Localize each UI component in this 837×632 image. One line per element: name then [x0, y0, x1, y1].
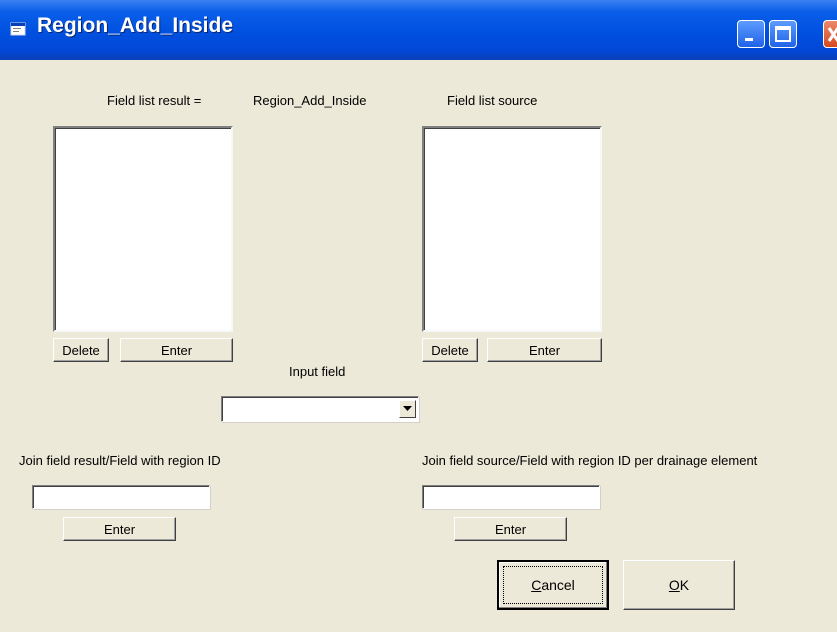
enter-join-source-button[interactable]: Enter: [454, 517, 567, 541]
field-list-result-label: Field list result =: [107, 93, 202, 108]
region-name-label: Region_Add_Inside: [253, 93, 367, 108]
maximize-button[interactable]: [769, 20, 797, 48]
field-list-source-listbox[interactable]: [422, 126, 602, 332]
join-result-label: Join field result/Field with region ID: [19, 453, 221, 468]
title-bar[interactable]: Region_Add_Inside: [0, 0, 837, 60]
join-source-label: Join field source/Field with region ID p…: [422, 453, 758, 468]
join-source-input[interactable]: [422, 485, 600, 509]
delete-source-button[interactable]: Delete: [422, 338, 478, 362]
ok-label: OK: [668, 577, 690, 593]
enter-join-result-button[interactable]: Enter: [63, 517, 176, 541]
input-field-label: Input field: [289, 364, 346, 379]
maximize-icon: [775, 26, 791, 42]
focus-rectangle: [503, 566, 603, 604]
close-button[interactable]: [823, 20, 837, 48]
minimize-button[interactable]: [737, 20, 765, 48]
ok-button[interactable]: OK: [623, 560, 735, 610]
delete-result-button[interactable]: Delete: [53, 338, 109, 362]
close-icon: [827, 27, 837, 42]
input-field-combobox[interactable]: [221, 396, 419, 422]
input-field-dropdown-button[interactable]: [399, 400, 416, 418]
chevron-down-icon: [403, 406, 412, 411]
app-icon: [10, 22, 26, 36]
field-list-result-listbox[interactable]: [53, 126, 233, 332]
join-result-input[interactable]: [32, 485, 210, 509]
minimize-icon: [745, 38, 753, 41]
cancel-button[interactable]: Cancel: [497, 560, 609, 610]
window-title: Region_Add_Inside: [37, 14, 234, 37]
enter-source-button[interactable]: Enter: [487, 338, 602, 362]
enter-result-button[interactable]: Enter: [120, 338, 233, 362]
field-list-source-label: Field list source: [447, 93, 538, 108]
